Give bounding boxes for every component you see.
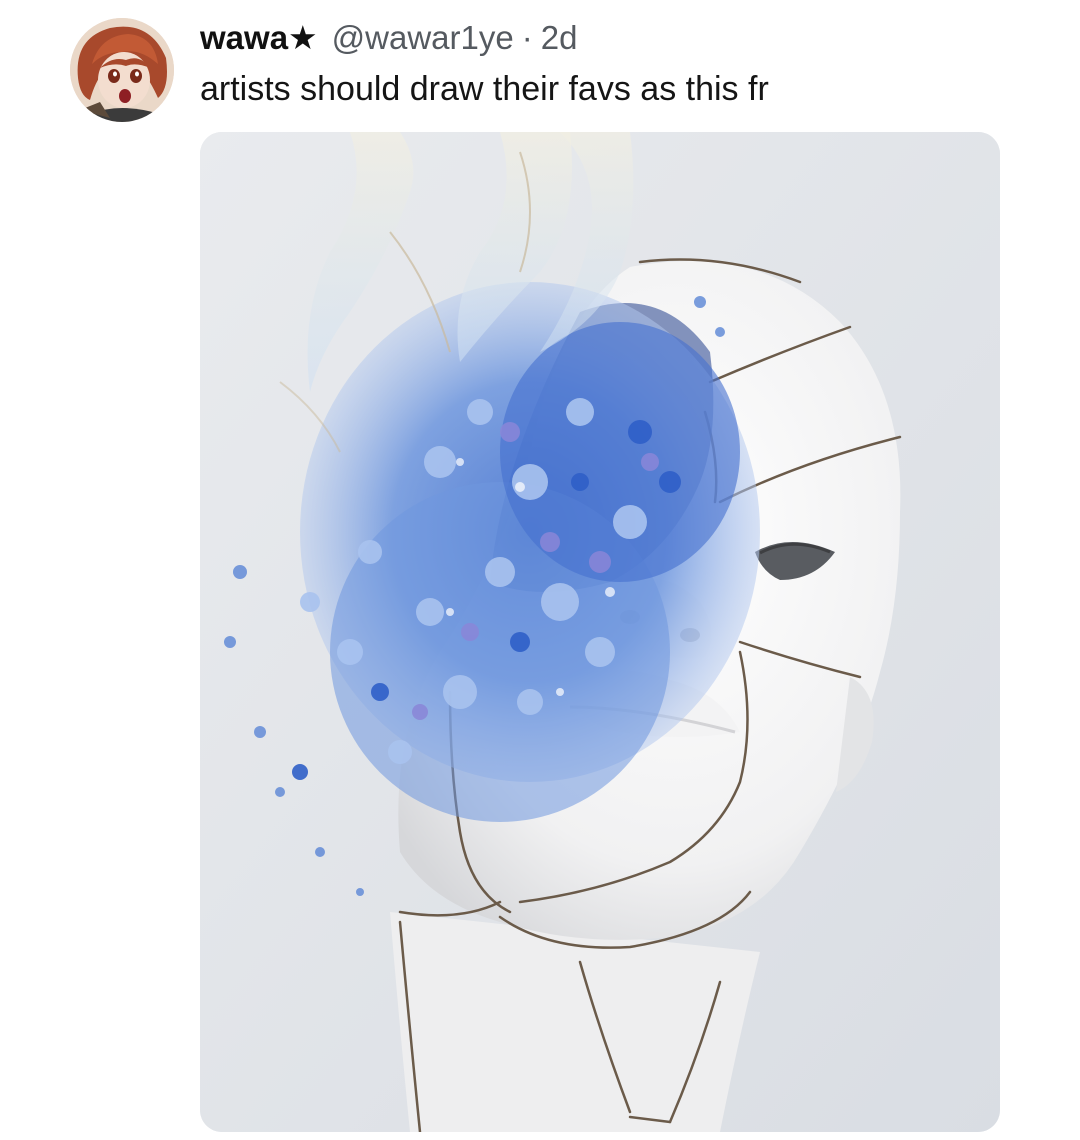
star-badge-icon: ★ [288, 19, 318, 56]
tweet-post[interactable]: wawa ★ @wawar1ye · 2d artists should dra… [0, 0, 1080, 1140]
post-timestamp[interactable]: 2d [541, 19, 578, 57]
separator-dot: · [521, 19, 533, 56]
sculpture-head-flowers-image-icon [200, 132, 1000, 1132]
post-image[interactable] [200, 132, 1000, 1132]
post-text: artists should draw their favs as this f… [200, 70, 769, 108]
display-name[interactable]: wawa [200, 19, 288, 57]
user-handle[interactable]: @wawar1ye [332, 19, 514, 57]
avatar[interactable] [70, 18, 174, 122]
anime-character-avatar-icon [70, 18, 174, 122]
post-header: wawa ★ @wawar1ye · 2d [200, 18, 577, 62]
